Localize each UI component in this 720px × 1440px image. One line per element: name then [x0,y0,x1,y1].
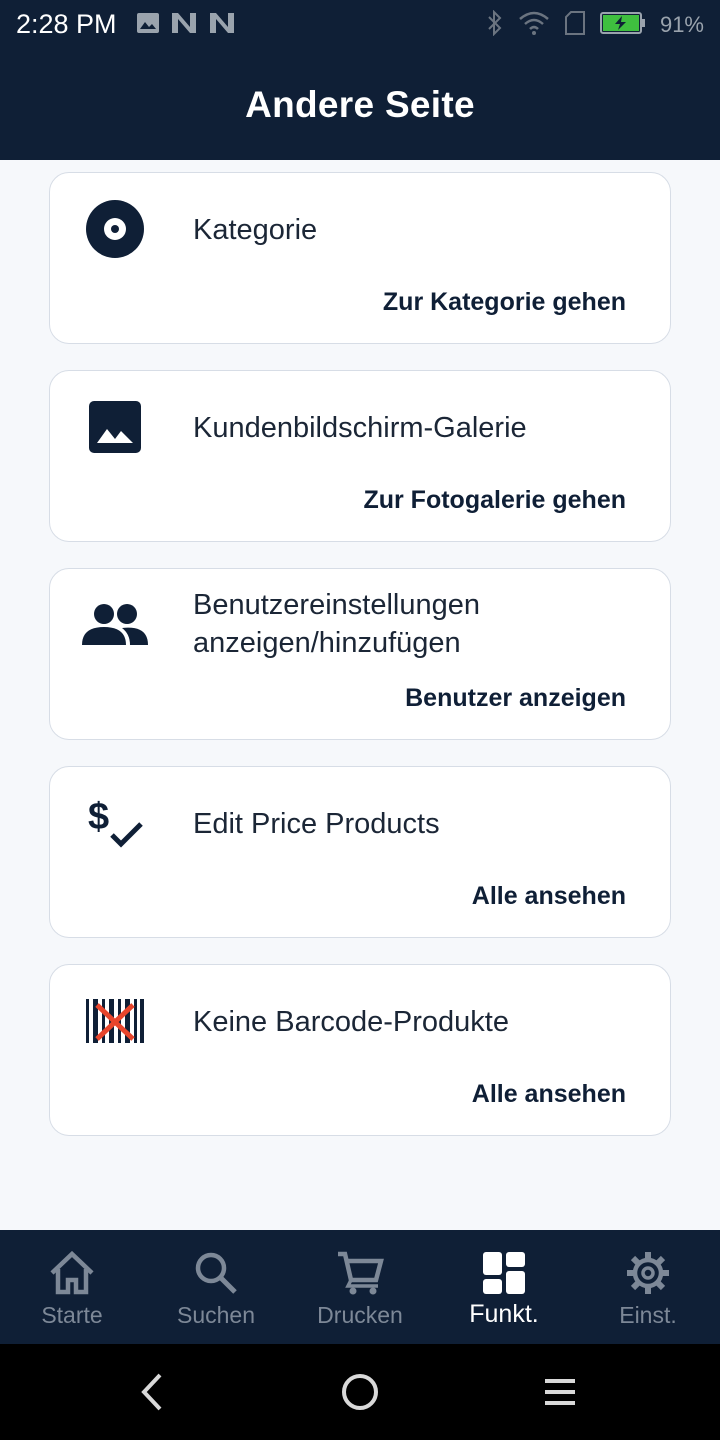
card-customer-gallery[interactable]: Kundenbildschirm-Galerie Zur Fotogalerie… [49,370,671,542]
status-bar: 2:28 PM 91% [0,0,720,50]
nav-print[interactable]: Drucken [288,1230,432,1344]
nav-label: Drucken [317,1302,403,1328]
go-to-gallery-link[interactable]: Zur Fotogalerie gehen [363,486,626,515]
nav-search[interactable]: Suchen [144,1230,288,1344]
cart-icon [335,1248,385,1298]
system-status-icons: 91% [486,9,704,41]
battery-charging-icon [599,11,646,40]
notification-icons [136,12,236,38]
back-icon[interactable] [128,1368,178,1416]
card-category[interactable]: Kategorie Zur Kategorie gehen [49,172,671,344]
dashboard-icon [479,1248,529,1298]
show-users-link[interactable]: Benutzer anzeigen [405,684,626,713]
no-barcode-icon [82,991,148,1051]
wifi-icon [518,10,550,41]
card-title: Kategorie [193,214,318,246]
battery-percent: 91% [659,12,704,37]
n-notification-icon [170,11,198,40]
home-circle-icon[interactable] [335,1368,385,1416]
bluetooth-icon [486,9,504,41]
card-no-barcode-products[interactable]: Keine Barcode-Produkte Alle ansehen [49,964,671,1136]
view-all-barcode-link[interactable]: Alle ansehen [472,1080,626,1109]
n-notification-icon [208,11,236,40]
sim-icon [564,10,586,41]
nav-settings[interactable]: Einst. [576,1230,720,1344]
search-icon [191,1248,241,1298]
bottom-nav: Starte Suchen Drucken Funkt. Einst. [0,1230,720,1344]
home-icon [47,1248,97,1298]
image-icon [136,11,160,40]
go-to-category-link[interactable]: Zur Kategorie gehen [383,288,626,317]
card-title: Keine Barcode-Produkte [193,1006,509,1038]
nav-label: Funkt. [469,1300,539,1328]
price-check-icon: $ [82,793,148,853]
nav-label: Suchen [176,1302,255,1328]
card-title: Kundenbildschirm-Galerie [193,412,527,444]
nav-label: Einst. [619,1302,677,1328]
card-user-settings[interactable]: Benutzereinstellungen anzeigen/hinzufüge… [49,568,671,740]
nav-label: Starte [41,1302,103,1328]
nav-home[interactable]: Starte [0,1230,144,1344]
status-time: 2:28 PM [16,9,117,39]
users-icon [82,595,148,655]
category-target-icon [82,199,148,259]
function-list: Kategorie Zur Kategorie gehen Kundenbild… [0,160,720,1230]
page-title: Andere Seite [245,84,475,125]
image-gallery-icon [82,397,148,457]
card-title: Edit Price Products [193,808,440,840]
system-nav-bar [0,1344,720,1440]
nav-functions[interactable]: Funkt. [432,1230,576,1344]
gear-icon [623,1248,673,1298]
menu-icon[interactable] [535,1368,585,1416]
view-all-price-link[interactable]: Alle ansehen [472,882,626,911]
app-bar: Andere Seite [0,50,720,160]
card-edit-price-products[interactable]: $ Edit Price Products Alle ansehen [49,766,671,938]
svg-text:$: $ [88,796,109,838]
card-title: Benutzereinstellungen anzeigen/hinzufüge… [193,589,480,659]
